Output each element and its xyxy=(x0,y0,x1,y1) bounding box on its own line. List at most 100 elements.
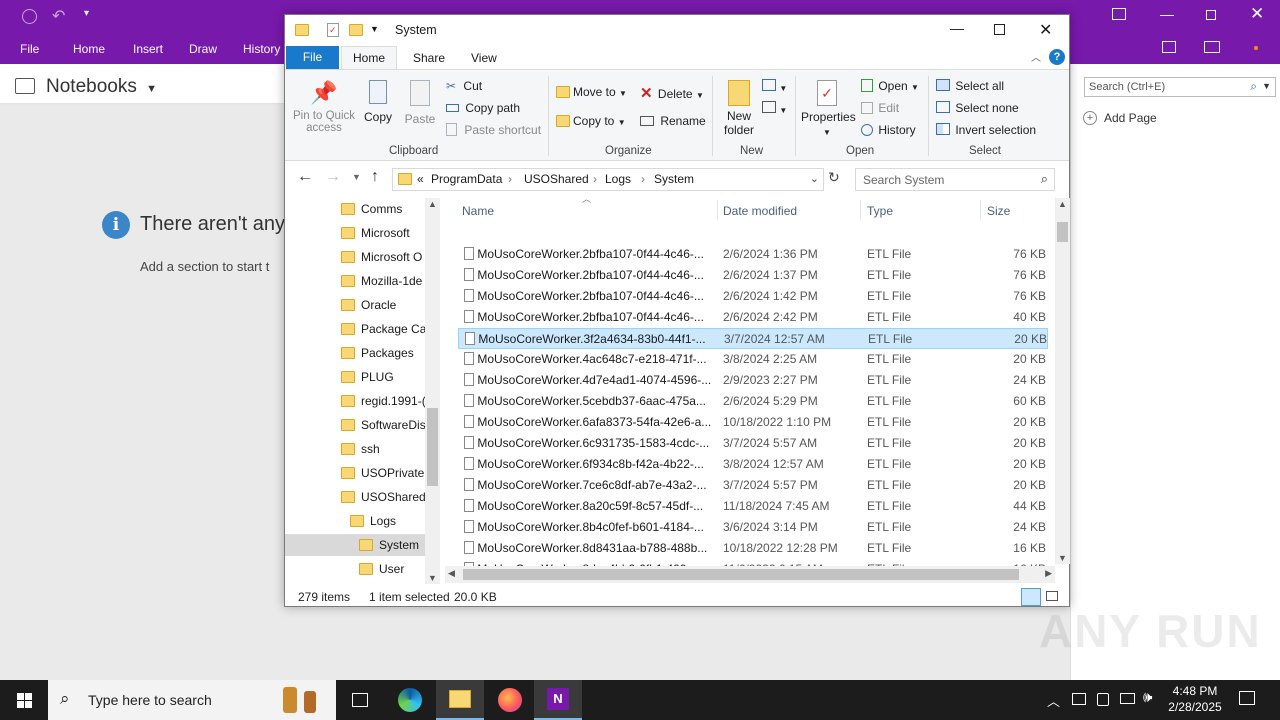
nav-item-mozilla[interactable]: Mozilla-1de xyxy=(341,270,422,292)
nav-item-system[interactable]: System xyxy=(285,534,425,556)
network-icon[interactable] xyxy=(1120,693,1135,704)
file-row[interactable]: MoUsoCoreWorker.6c931735-1583-4cdc-... 3/… xyxy=(458,433,1048,454)
file-row[interactable]: MoUsoCoreWorker.8a20c59f-8c57-45df-... 11… xyxy=(458,496,1048,517)
file-row[interactable]: MoUsoCoreWorker.6afa8373-54fa-42e6-a... 1… xyxy=(458,412,1048,433)
breadcrumb-system[interactable]: System xyxy=(654,172,694,186)
easy-access-button[interactable]: ▼ xyxy=(762,101,787,116)
notebooks-dropdown[interactable]: Notebooks ▼ xyxy=(46,76,157,98)
history-button[interactable]: History xyxy=(861,123,916,137)
nav-item-oracle[interactable]: Oracle xyxy=(341,294,396,316)
address-dropdown-icon[interactable]: ⌄ xyxy=(810,172,819,185)
file-row[interactable]: MoUsoCoreWorker.2bfba107-0f44-4c46-... 2/… xyxy=(458,244,1048,265)
invert-selection-button[interactable]: Invert selection xyxy=(936,123,1036,137)
quick-access-dropdown-icon[interactable]: ▼ xyxy=(370,24,379,34)
onenote-tab-history[interactable]: History xyxy=(243,42,280,56)
clock[interactable]: 4:48 PM 2/28/2025 xyxy=(1160,683,1230,715)
details-view-icon[interactable] xyxy=(1021,588,1041,606)
file-row[interactable]: MoUsoCoreWorker.2bfba107-0f44-4c46-... 2/… xyxy=(458,307,1048,328)
search-box[interactable]: Search System ⌕ xyxy=(855,168,1055,191)
restore-icon[interactable] xyxy=(1206,10,1216,20)
scroll-right-icon[interactable]: ▶ xyxy=(1045,568,1052,579)
paste-button[interactable]: Paste xyxy=(403,80,437,126)
large-icons-view-icon[interactable] xyxy=(1046,591,1058,601)
column-header-name[interactable]: Name xyxy=(462,204,494,218)
select-none-button[interactable]: Select none xyxy=(936,101,1019,115)
help-icon[interactable]: ? xyxy=(1049,49,1065,65)
new-folder-button[interactable]: New folder xyxy=(719,80,759,137)
address-bar[interactable]: « ProgramData › USOShared › Logs › Syste… xyxy=(392,168,824,191)
onenote-search-box[interactable]: Search (Ctrl+E) ⌕ ▼ xyxy=(1084,77,1276,97)
scroll-up-icon[interactable]: ▲ xyxy=(1058,199,1067,209)
scroll-thumb[interactable] xyxy=(427,408,438,486)
rename-button[interactable]: Rename xyxy=(640,114,706,128)
column-header-size[interactable]: Size xyxy=(987,204,1010,218)
onenote-taskbar-button[interactable]: N xyxy=(534,680,582,720)
nav-item-microsoft-o[interactable]: Microsoft O xyxy=(341,246,422,268)
copy-path-button[interactable]: Copy path xyxy=(446,101,520,115)
refresh-icon[interactable]: ↻ xyxy=(828,169,840,186)
move-to-button[interactable]: Move to ▼ xyxy=(556,85,627,99)
scroll-down-icon[interactable]: ▼ xyxy=(428,573,437,583)
back-icon[interactable] xyxy=(22,9,37,24)
breadcrumb-programdata[interactable]: ProgramData xyxy=(431,172,502,186)
forward-arrow-icon[interactable]: → xyxy=(325,168,341,186)
cut-button[interactable]: ✂ Cut xyxy=(446,79,482,93)
file-row[interactable]: MoUsoCoreWorker.3f2a4634-83b0-44f1-... 3/… xyxy=(458,328,1048,349)
add-page-button[interactable]: + Add Page xyxy=(1083,110,1273,130)
minimize-icon[interactable]: — xyxy=(1160,6,1174,22)
back-arrow-icon[interactable]: ← xyxy=(297,168,313,186)
list-hscrollbar[interactable]: ◀ ▶ xyxy=(445,566,1055,583)
file-row[interactable]: MoUsoCoreWorker.4ac648c7-e218-471f-... 3/… xyxy=(458,349,1048,370)
select-all-button[interactable]: Select all xyxy=(936,79,1004,93)
tab-home[interactable]: Home xyxy=(341,46,397,70)
properties-button[interactable]: ✓ Properties ▼ xyxy=(801,80,856,138)
file-row[interactable]: MoUsoCoreWorker.7ce6c8df-ab7e-43a2-... 3/… xyxy=(458,475,1048,496)
tab-view[interactable]: View xyxy=(471,51,497,65)
copy-to-button[interactable]: Copy to ▼ xyxy=(556,114,626,128)
notifications-icon[interactable] xyxy=(1239,691,1255,705)
explorer-taskbar-button[interactable] xyxy=(436,680,484,720)
close-icon[interactable]: ✕ xyxy=(1039,20,1052,40)
nav-scrollbar[interactable]: ▲ ▼ xyxy=(425,198,440,584)
list-vscrollbar[interactable]: ▲ ▼ xyxy=(1055,198,1070,564)
nav-item-user[interactable]: User xyxy=(359,558,404,580)
taskbar-search-box[interactable]: ⌕ Type here to search xyxy=(48,680,336,720)
start-button[interactable] xyxy=(0,680,48,720)
nav-item-comms[interactable]: Comms xyxy=(341,198,402,220)
collapse-ribbon-icon[interactable]: ︿ xyxy=(1031,49,1041,64)
fullscreen-icon[interactable] xyxy=(1112,8,1126,20)
scroll-up-icon[interactable]: ▲ xyxy=(428,199,437,209)
nav-item-plug[interactable]: PLUG xyxy=(341,366,394,388)
firefox-taskbar-button[interactable] xyxy=(486,680,534,720)
column-header-date[interactable]: Date modified xyxy=(723,204,797,218)
file-row[interactable]: MoUsoCoreWorker.8d8431aa-b788-488b... 10/… xyxy=(458,538,1048,559)
recent-locations-icon[interactable]: ▼ xyxy=(352,172,361,182)
nav-item-usoprivate[interactable]: USOPrivate xyxy=(341,462,424,484)
pin-to-quick-access-button[interactable]: 📌 Pin to Quick access xyxy=(292,80,356,134)
new-folder-quick-icon[interactable] xyxy=(349,24,363,36)
nav-item-package-cache[interactable]: Package Ca xyxy=(341,318,426,340)
onenote-tab-draw[interactable]: Draw xyxy=(189,42,217,56)
task-view-button[interactable] xyxy=(336,680,384,720)
breadcrumb-usoshared[interactable]: USOShared xyxy=(524,172,589,186)
minimize-icon[interactable]: — xyxy=(950,20,964,36)
undo-icon[interactable]: ↶ xyxy=(52,6,65,26)
chevron-down-icon[interactable]: ▼ xyxy=(1262,81,1271,91)
quick-access-dropdown-icon[interactable]: ▾ xyxy=(84,8,89,19)
edge-taskbar-button[interactable] xyxy=(386,680,434,720)
nav-item-microsoft[interactable]: Microsoft xyxy=(341,222,410,244)
nav-item-usoshared[interactable]: USOShared xyxy=(341,486,426,508)
file-row[interactable]: MoUsoCoreWorker.2bfba107-0f44-4c46-... 2/… xyxy=(458,265,1048,286)
maximize-icon[interactable] xyxy=(994,24,1005,35)
copy-button[interactable]: Copy xyxy=(362,80,394,124)
nav-item-logs[interactable]: Logs xyxy=(350,510,396,532)
pages-icon[interactable] xyxy=(1162,41,1176,53)
delete-button[interactable]: ✕ Delete ▼ xyxy=(640,84,704,102)
printer-icon[interactable] xyxy=(1072,693,1086,705)
onenote-tab-home[interactable]: Home xyxy=(73,42,105,56)
tray-overflow-icon[interactable]: ︿ xyxy=(1047,691,1060,710)
open-button[interactable]: Open ▼ xyxy=(861,79,919,93)
scroll-thumb[interactable] xyxy=(1057,222,1068,242)
close-icon[interactable]: ✕ xyxy=(1250,4,1264,24)
paste-shortcut-button[interactable]: Paste shortcut xyxy=(446,123,541,137)
